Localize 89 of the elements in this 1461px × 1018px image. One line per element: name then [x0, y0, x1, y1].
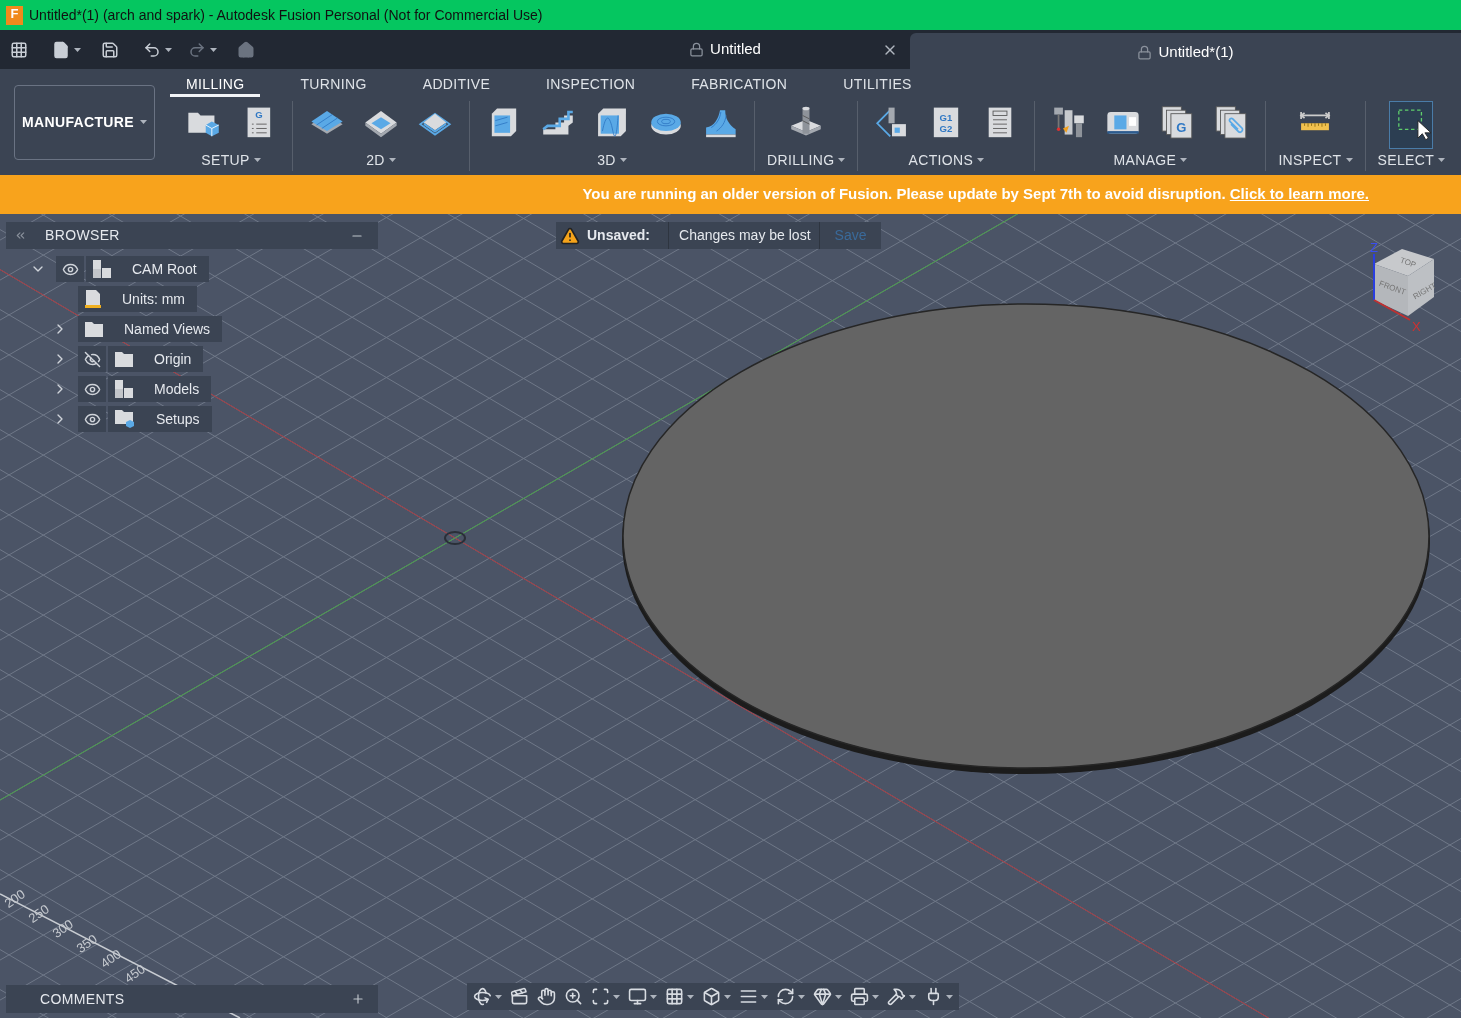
caret-icon [1345, 158, 1353, 162]
caret-icon [1438, 158, 1446, 162]
document-tab[interactable]: Untitled*(1) [910, 32, 1461, 72]
caret-icon [140, 120, 147, 124]
window-title: Untitled*(1) (arch and spark) - Autodesk Fusion Personal (Not for Commercial Use) [29, 5, 543, 25]
caret-icon [909, 994, 916, 999]
tree-item[interactable]: Named Views [78, 316, 223, 342]
caret-icon [835, 994, 842, 999]
caret-icon [650, 994, 657, 999]
axis-label: Z [1370, 240, 1378, 255]
unsaved-message: Changes may be lost [668, 222, 811, 249]
app-icon: F [6, 5, 23, 25]
ribbon-group-menu[interactable]: ACTIONS [908, 149, 985, 171]
tree-item[interactable]: CAM Root [86, 256, 209, 282]
lock-icon [689, 42, 705, 57]
save-icon[interactable] [101, 40, 119, 59]
pan-hand-icon[interactable] [537, 987, 556, 1006]
grid-icon[interactable] [665, 987, 694, 1006]
document-ruler-icon [84, 289, 102, 309]
blocks-icon [114, 379, 134, 399]
panel-title: BROWSER [45, 226, 121, 245]
cube-face-label: TOP [1398, 255, 1418, 270]
caret-icon [495, 994, 502, 999]
ribbon-tab[interactable]: TURNING [284, 69, 383, 97]
hammer-icon[interactable] [887, 987, 916, 1006]
caret-icon [798, 994, 805, 999]
ribbon-group-menu[interactable]: 3D [597, 149, 627, 171]
select-box-icon[interactable] [1389, 101, 1434, 149]
caret-icon [613, 994, 620, 999]
add-comment-icon[interactable] [351, 992, 365, 1006]
caret-icon [977, 158, 985, 162]
eye-off-icon[interactable] [78, 346, 106, 372]
apps-grid-icon[interactable] [10, 40, 28, 59]
tree-item[interactable]: Setups [108, 406, 212, 432]
folder-cube-icon [114, 409, 136, 429]
refresh-arrows-icon[interactable] [776, 987, 805, 1006]
fit-view-icon[interactable] [591, 987, 620, 1006]
update-message: You are running an older version of Fusion. Please update by Sept 7th to avoid disruption. Click to learn more. [582, 184, 1369, 205]
warning-icon [560, 225, 580, 246]
eye-icon[interactable] [78, 376, 106, 402]
blocks-icon [92, 259, 112, 279]
lock-icon [1137, 44, 1153, 60]
caret-icon [838, 158, 846, 162]
orbit-icon[interactable] [473, 987, 502, 1006]
caret-icon [946, 994, 953, 999]
caret-icon [724, 994, 731, 999]
diamond-icon[interactable] [813, 987, 842, 1006]
unsaved-label: Unsaved: [587, 226, 651, 245]
ribbon-tab[interactable]: ADDITIVE [406, 69, 507, 97]
ribbon-tab[interactable]: UTILITIES [827, 69, 928, 97]
caret-icon [388, 158, 396, 162]
panel-title: COMMENTS [40, 989, 126, 1009]
ribbon-group-menu[interactable]: DRILLING [767, 149, 846, 171]
caret-icon [165, 47, 172, 52]
axis-label: X [1412, 319, 1421, 334]
caret-icon [761, 994, 768, 999]
ribbon-group-menu[interactable]: 2D [366, 149, 396, 171]
undo-button[interactable] [143, 40, 172, 59]
ribbon-group-menu[interactable]: MANAGE [1113, 149, 1188, 171]
cube-icon[interactable] [702, 987, 731, 1006]
ribbon-group-menu[interactable]: INSPECT [1278, 149, 1353, 171]
tree-item[interactable]: Units: mm [78, 286, 197, 312]
origin-marker-icon [444, 531, 466, 545]
caret-icon [1180, 158, 1188, 162]
ribbon-tab[interactable]: MILLING [170, 69, 261, 97]
ribbon-group-menu[interactable]: SETUP [201, 149, 261, 171]
workspace-dropdown[interactable]: MANUFACTURE [14, 84, 155, 160]
zoom-icon[interactable] [564, 987, 583, 1006]
collapse-panel-icon[interactable] [14, 229, 27, 242]
file-menu-button[interactable] [52, 40, 81, 59]
ribbon-tab[interactable]: FABRICATION [675, 69, 804, 97]
caret-icon [619, 158, 627, 162]
caret-icon [210, 47, 217, 52]
z-axis-line [1373, 253, 1375, 301]
folder-icon [114, 350, 134, 368]
caret-icon [872, 994, 879, 999]
monitor-icon[interactable] [628, 987, 657, 1006]
lines-icon[interactable] [739, 987, 768, 1006]
eye-icon[interactable] [56, 256, 84, 282]
caret-icon [74, 47, 81, 52]
caret-icon [687, 994, 694, 999]
document-tab[interactable]: Untitled [540, 30, 910, 69]
ribbon-group-menu[interactable]: SELECT [1377, 149, 1446, 171]
ribbon-tab[interactable]: INSPECTION [530, 69, 652, 97]
eye-icon[interactable] [78, 406, 106, 432]
folder-icon [84, 320, 104, 338]
tree-item[interactable]: Origin [108, 346, 204, 372]
tree-item[interactable]: Models [108, 376, 212, 402]
caret-icon [253, 158, 261, 162]
